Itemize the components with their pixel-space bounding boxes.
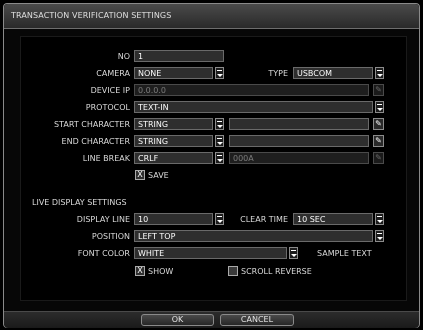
line-break-keyboard-icon: ✎ xyxy=(373,152,384,164)
scroll-reverse-checkbox[interactable] xyxy=(228,266,238,276)
ok-button[interactable]: OK xyxy=(141,314,214,326)
end-character-select[interactable]: STRING xyxy=(134,135,213,147)
end-character-keyboard-icon[interactable]: ✎ xyxy=(373,135,384,147)
start-character-text-field[interactable] xyxy=(229,118,369,130)
protocol-dropdown-icon[interactable] xyxy=(375,101,384,113)
show-label: SHOW xyxy=(148,267,174,276)
camera-label: CAMERA xyxy=(96,69,130,78)
end-character-label: END CHARACTER xyxy=(61,137,130,146)
line-break-text-field: 000A xyxy=(229,152,369,164)
type-select[interactable]: USBCOM xyxy=(293,67,373,79)
no-field[interactable]: 1 xyxy=(134,50,224,62)
device-ip-keyboard-icon: ✎ xyxy=(373,84,384,96)
position-select[interactable]: LEFT TOP xyxy=(134,230,373,242)
end-character-text-field[interactable] xyxy=(229,135,369,147)
line-break-label: LINE BREAK xyxy=(82,154,130,163)
title-bar: TRANSACTION VERIFICATION SETTINGS xyxy=(4,4,419,29)
display-line-dropdown-icon[interactable] xyxy=(215,213,224,225)
start-character-keyboard-icon[interactable]: ✎ xyxy=(373,118,384,130)
font-color-dropdown-icon[interactable] xyxy=(289,247,298,259)
button-bar: OK CANCEL xyxy=(4,311,419,328)
font-color-label: FONT COLOR xyxy=(77,249,130,258)
start-character-dropdown-icon[interactable] xyxy=(215,118,224,130)
protocol-select[interactable]: TEXT-IN xyxy=(134,101,373,113)
clear-time-label: CLEAR TIME xyxy=(240,215,288,224)
start-character-select[interactable]: STRING xyxy=(134,118,213,130)
sample-text: SAMPLE TEXT xyxy=(317,249,372,258)
line-break-dropdown-icon[interactable] xyxy=(215,152,224,164)
show-checkbox[interactable]: X xyxy=(135,266,145,276)
window-title: TRANSACTION VERIFICATION SETTINGS xyxy=(11,11,172,20)
clear-time-select[interactable]: 10 SEC xyxy=(293,213,373,225)
display-line-select[interactable]: 10 xyxy=(134,213,213,225)
position-dropdown-icon[interactable] xyxy=(375,230,384,242)
no-label: NO xyxy=(117,52,130,61)
device-ip-label: DEVICE IP xyxy=(90,86,130,95)
line-break-select[interactable]: CRLF xyxy=(134,152,213,164)
cancel-button[interactable]: CANCEL xyxy=(220,314,294,326)
scroll-reverse-label: SCROLL REVERSE xyxy=(241,267,312,276)
camera-dropdown-icon[interactable] xyxy=(215,67,224,79)
start-character-label: START CHARACTER xyxy=(54,120,130,129)
display-line-label: DISPLAY LINE xyxy=(76,215,130,224)
camera-select[interactable]: NONE xyxy=(134,67,213,79)
clear-time-dropdown-icon[interactable] xyxy=(375,213,384,225)
live-display-section-title: LIVE DISPLAY SETTINGS xyxy=(32,198,127,207)
save-checkbox[interactable]: X xyxy=(135,170,145,180)
font-color-select[interactable]: WHITE xyxy=(134,247,287,259)
type-dropdown-icon[interactable] xyxy=(375,67,384,79)
type-label: TYPE xyxy=(268,69,288,78)
protocol-label: PROTOCOL xyxy=(85,103,130,112)
position-label: POSITION xyxy=(91,232,130,241)
device-ip-field: 0.0.0.0 xyxy=(134,84,369,96)
settings-window: TRANSACTION VERIFICATION SETTINGS NO 1 C… xyxy=(3,3,420,328)
save-label: SAVE xyxy=(148,171,169,180)
end-character-dropdown-icon[interactable] xyxy=(215,135,224,147)
